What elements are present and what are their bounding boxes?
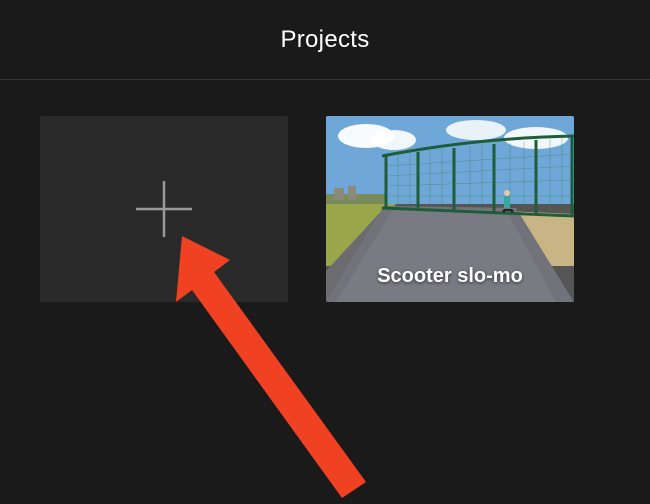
projects-grid: Scooter slo-mo [0,80,650,338]
header: Projects [0,0,650,80]
page-title: Projects [280,26,369,54]
project-label: Scooter slo-mo [326,265,574,288]
create-project-button[interactable] [40,116,288,302]
plus-icon [132,177,196,241]
project-tile[interactable]: Scooter slo-mo [326,116,574,302]
